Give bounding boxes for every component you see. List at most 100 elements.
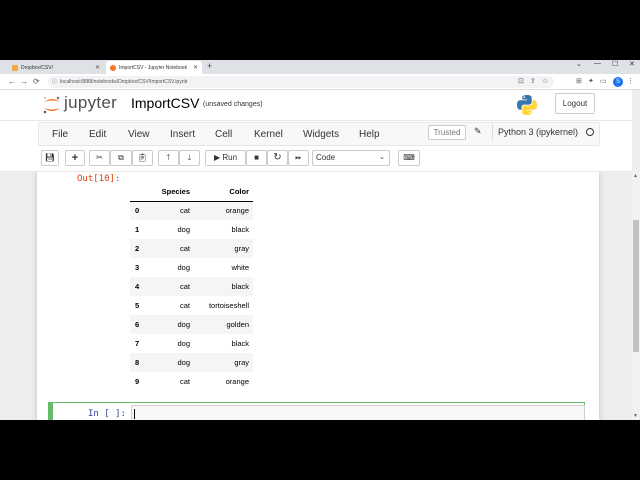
table-row: 6 dog golden: [130, 315, 253, 334]
color-cell: black: [231, 282, 249, 291]
notebook-area[interactable]: Out[10]: Species Color 0 cat orange 1 dog bla…: [0, 172, 632, 420]
browser-addressbar: ← → ⟳ ⓘ localhost:8888/notebooks/Dropbox…: [0, 74, 640, 90]
color-cell: orange: [225, 377, 249, 386]
input-cell[interactable]: In [ ]:: [48, 402, 585, 420]
species-cell: cat: [179, 301, 190, 310]
puzzle-icon[interactable]: ✦: [588, 77, 594, 85]
profile-avatar[interactable]: S: [613, 77, 623, 87]
menu-edit[interactable]: Edit: [89, 129, 106, 140]
row-index: 5: [135, 301, 140, 310]
keyboard-icon: ⌨: [403, 153, 415, 162]
menu-file[interactable]: File: [52, 129, 68, 140]
pencil-icon[interactable]: ✎: [474, 126, 482, 137]
stop-icon: ■: [254, 153, 259, 162]
tab-label: ImportCSV - Jupyter Notebook: [119, 64, 188, 71]
cut-button[interactable]: ✂: [89, 150, 110, 166]
species-cell: dog: [177, 320, 190, 329]
cell-type-select[interactable]: Code ⌄: [312, 150, 390, 166]
menu-view[interactable]: View: [128, 129, 150, 140]
play-icon: ▶: [213, 153, 221, 162]
row-index: 1: [135, 225, 140, 234]
scrollbar[interactable]: ▲ ▼: [632, 172, 640, 420]
insert-cell-button[interactable]: +: [65, 150, 85, 166]
color-cell: black: [231, 339, 249, 348]
jupyter-header: jupyter ImportCSV (unsaved changes) Logo…: [0, 90, 632, 120]
save-button[interactable]: 💾︎: [41, 150, 59, 166]
cell-type-value: Code: [316, 153, 336, 162]
close-tab-icon[interactable]: ✕: [193, 64, 198, 71]
row-index: 0: [135, 206, 140, 216]
browser-tab-notebook[interactable]: ImportCSV - Jupyter Notebook ✕: [106, 61, 202, 74]
jupyter-logo-icon[interactable]: [42, 95, 62, 115]
close-tab-icon[interactable]: ✕: [95, 64, 100, 71]
table-row: 5 cat tortoiseshell: [130, 296, 253, 315]
kernel-indicator[interactable]: Python 3 (ipykernel): [492, 124, 598, 141]
species-cell: dog: [177, 225, 190, 234]
url-text: localhost:8888/notebooks/Dropbox/CSV/Imp…: [60, 79, 188, 85]
scroll-down-icon[interactable]: ▼: [633, 413, 638, 419]
copy-button[interactable]: ⧉: [110, 150, 132, 166]
browser-tab-dropbox[interactable]: Dropbox/CSV/ ✕: [8, 61, 104, 74]
menu-kernel[interactable]: Kernel: [254, 129, 283, 140]
run-button[interactable]: ▶ Run: [205, 150, 246, 166]
info-icon: ⓘ: [52, 79, 58, 85]
restart-run-all-button[interactable]: ⏩︎: [288, 150, 309, 166]
restart-button[interactable]: ↻: [267, 150, 288, 166]
color-cell: gray: [234, 244, 249, 253]
interrupt-button[interactable]: ■: [246, 150, 267, 166]
notebook-page: Out[10]: Species Color 0 cat orange 1 dog bla…: [37, 172, 599, 420]
maximize-icon[interactable]: ☐: [612, 60, 618, 68]
table-row: 7 dog black: [130, 334, 253, 353]
menu-cell[interactable]: Cell: [215, 129, 232, 140]
menu-dots-icon[interactable]: ⋮: [627, 77, 634, 85]
install-icon[interactable]: ⊡: [518, 77, 524, 85]
menu-help[interactable]: Help: [359, 129, 380, 140]
row-index: 9: [135, 377, 140, 386]
dataframe-table: Species Color 0 cat orange 1 dog black 2 cat gra…: [130, 182, 253, 391]
save-status: (unsaved changes): [203, 101, 263, 108]
move-up-button[interactable]: 🡑: [158, 150, 179, 166]
menu-insert[interactable]: Insert: [170, 129, 195, 140]
reload-icon[interactable]: ⟳: [33, 77, 40, 86]
table-row: 8 dog gray: [130, 353, 253, 372]
command-palette-button[interactable]: ⌨: [398, 150, 420, 166]
kernel-idle-icon: [586, 128, 594, 136]
row-index: 2: [135, 244, 140, 253]
menu-widgets[interactable]: Widgets: [303, 129, 339, 140]
bookmark-star-icon[interactable]: ☆: [542, 77, 548, 85]
share-icon[interactable]: ⇪: [530, 77, 536, 85]
paste-button[interactable]: 📋︎: [132, 150, 153, 166]
species-cell: dog: [177, 263, 190, 272]
output-prompt: Out[10]:: [77, 174, 121, 184]
close-window-icon[interactable]: ✕: [629, 60, 635, 68]
table-row: 3 dog white: [130, 258, 253, 277]
forward-icon[interactable]: →: [20, 77, 28, 86]
sidebar-icon[interactable]: ▭: [600, 77, 607, 85]
run-label: Run: [222, 153, 238, 162]
scroll-up-icon[interactable]: ▲: [633, 173, 638, 179]
text-cursor: [134, 409, 135, 419]
new-tab-icon[interactable]: +: [207, 61, 212, 71]
table-row: 2 cat gray: [130, 239, 253, 258]
url-field[interactable]: ⓘ localhost:8888/notebooks/Dropbox/CSV/I…: [48, 76, 554, 88]
save-icon: 💾︎: [44, 153, 56, 162]
table-row: 9 cat orange: [130, 372, 253, 391]
scrollbar-thumb[interactable]: [633, 220, 639, 352]
code-editor[interactable]: [131, 405, 585, 420]
arrow-up-icon: 🡑: [166, 153, 171, 162]
chevron-down-icon[interactable]: ⌄: [576, 60, 582, 68]
minimize-icon[interactable]: —: [594, 60, 601, 67]
notebook-name[interactable]: ImportCSV: [131, 95, 199, 111]
trusted-badge[interactable]: Trusted: [428, 125, 466, 140]
table-header-row: Species Color: [130, 182, 253, 202]
species-cell: dog: [177, 358, 190, 367]
kernel-name: Python 3 (ipykernel): [498, 127, 579, 137]
table-row: 1 dog black: [130, 220, 253, 239]
scissors-icon: ✂: [96, 153, 103, 162]
browser-window: Dropbox/CSV/ ✕ ImportCSV - Jupyter Noteb…: [0, 60, 640, 420]
extension-icon[interactable]: ⊞: [576, 77, 582, 85]
back-icon[interactable]: ←: [8, 77, 16, 86]
logout-button[interactable]: Logout: [555, 93, 595, 114]
jupyter-logo-text[interactable]: jupyter: [64, 93, 117, 113]
move-down-button[interactable]: 🡓: [179, 150, 200, 166]
